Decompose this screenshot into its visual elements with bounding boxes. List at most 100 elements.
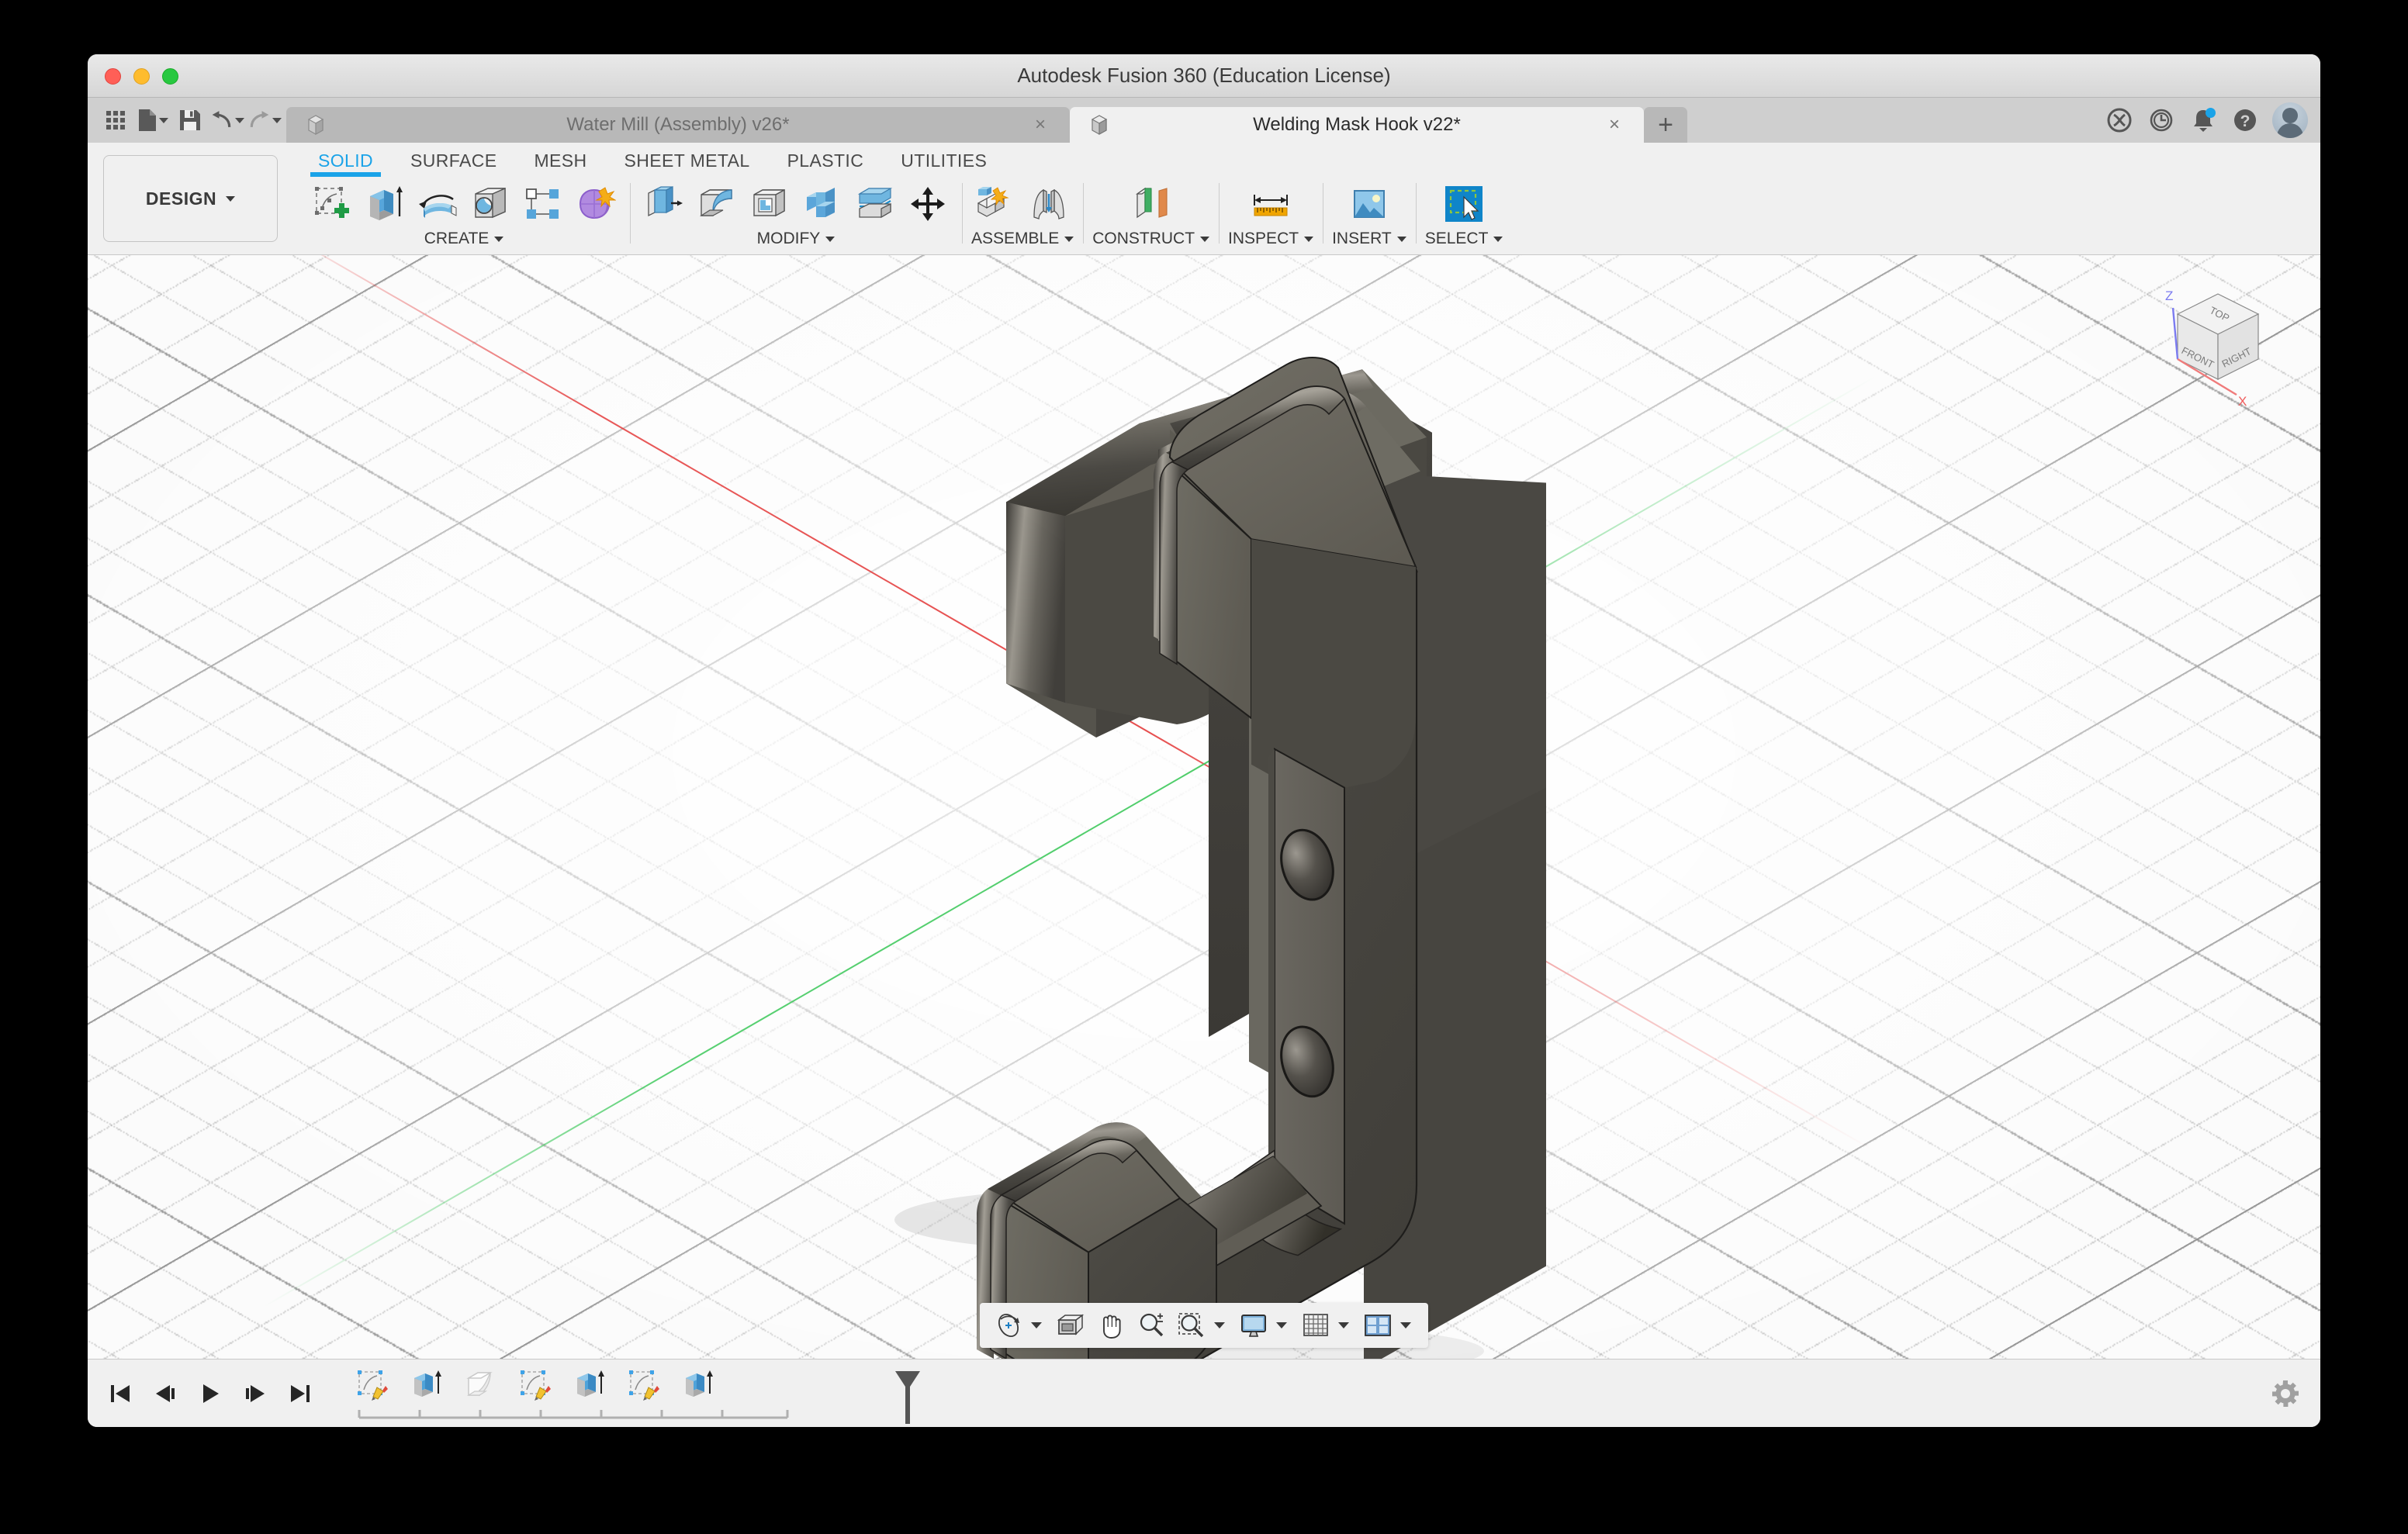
close-icon[interactable]: × [1605, 114, 1624, 136]
ribbon-tab-solid[interactable]: SOLID [299, 150, 392, 177]
timeline-feature-extrude[interactable] [406, 1365, 448, 1405]
ribbon-tab-mesh[interactable]: MESH [515, 150, 605, 177]
extrude-tool[interactable] [360, 180, 410, 228]
timeline-feature-sketch[interactable] [623, 1365, 665, 1405]
notifications-bell-icon[interactable] [2184, 101, 2223, 140]
timeline-go-to-end[interactable] [280, 1373, 320, 1415]
chevron-down-icon [235, 118, 244, 123]
look-at-button[interactable] [1051, 1307, 1090, 1344]
move-copy-tool[interactable] [903, 180, 953, 228]
show-data-panel-button[interactable] [99, 103, 133, 137]
account-avatar[interactable] [2272, 102, 2308, 138]
zoom-button[interactable] [162, 68, 178, 85]
ribbon-tab-sheet-metal[interactable]: SHEET METAL [606, 150, 769, 177]
timeline-step-forward[interactable] [235, 1373, 275, 1415]
zoom-button[interactable] [1132, 1307, 1171, 1344]
timeline-marker[interactable] [894, 1370, 921, 1425]
orbit-icon [994, 1311, 1023, 1339]
timeline-go-to-beginning[interactable] [100, 1373, 140, 1415]
pan-button[interactable] [1092, 1307, 1130, 1344]
job-status-clock-icon[interactable] [2142, 101, 2181, 140]
pattern-tool[interactable] [518, 180, 568, 228]
fillet-icon [697, 186, 736, 222]
construct-group-label[interactable]: CONSTRUCT [1092, 230, 1209, 254]
select-tool[interactable] [1439, 180, 1489, 228]
shell-box-icon [750, 186, 789, 222]
create-form-tool[interactable] [571, 180, 621, 228]
measure-tool[interactable] [1246, 180, 1296, 228]
chevron-down-icon[interactable] [1276, 1322, 1287, 1328]
offset-plane-tool[interactable] [1126, 180, 1176, 228]
new-document-tab-button[interactable]: + [1644, 107, 1687, 143]
extensions-icon[interactable] [2100, 101, 2139, 140]
press-pull-tool[interactable] [639, 180, 689, 228]
orbit-button[interactable] [989, 1307, 1028, 1344]
timeline-playback-controls [88, 1373, 320, 1415]
fillet-tool[interactable] [692, 180, 742, 228]
settings-gear-button[interactable] [2268, 1376, 2303, 1411]
look-at-icon [1056, 1312, 1085, 1339]
redo-arrow-icon [247, 109, 271, 131]
joint-tool[interactable] [1024, 180, 1074, 228]
view-cube[interactable]: TOP FRONT RIGHT Z X [2134, 269, 2289, 424]
ribbon-tab-plastic[interactable]: PLASTIC [769, 150, 883, 177]
close-icon[interactable]: × [1031, 114, 1050, 136]
ribbon-tab-surface[interactable]: SURFACE [392, 150, 515, 177]
modify-group-label[interactable]: MODIFY [639, 230, 953, 254]
fusion360-main-window: Autodesk Fusion 360 (Education License) [88, 54, 2320, 1427]
insert-group-label[interactable]: INSERT [1332, 230, 1406, 254]
3d-viewport[interactable]: TOP FRONT RIGHT Z X [88, 255, 2320, 1359]
top-right-controls: ? [2094, 98, 2320, 143]
rectangular-pattern-icon [524, 187, 562, 221]
chevron-down-icon[interactable] [1031, 1322, 1042, 1328]
ribbon-tab-utilities[interactable]: UTILITIES [882, 150, 1005, 177]
viewports-button[interactable] [1358, 1307, 1397, 1344]
revolve-tool[interactable] [413, 180, 462, 228]
inspect-group-label[interactable]: INSPECT [1228, 230, 1313, 254]
shell-tool[interactable] [745, 180, 794, 228]
chevron-down-icon[interactable] [1338, 1322, 1349, 1328]
combine-tool[interactable] [797, 180, 847, 228]
gear-icon [2270, 1378, 2301, 1409]
close-button[interactable] [105, 68, 121, 85]
undo-button[interactable] [210, 103, 244, 137]
document-tab-water-mill[interactable]: Water Mill (Assembly) v26* × [286, 107, 1070, 143]
extrude-icon [410, 1369, 444, 1401]
timeline-feature-sketch[interactable] [351, 1365, 393, 1405]
split-body-tool[interactable] [850, 180, 900, 228]
help-icon[interactable]: ? [2226, 101, 2264, 140]
timeline-feature-extrude[interactable] [569, 1365, 611, 1405]
create-group-label[interactable]: CREATE [307, 230, 621, 254]
timeline-feature-fillet[interactable] [460, 1365, 502, 1405]
timeline-play[interactable] [190, 1373, 230, 1415]
document-tab-welding-mask-hook[interactable]: Welding Mask Hook v22* × [1070, 107, 1644, 143]
display-settings-button[interactable] [1234, 1307, 1273, 1344]
timeline-feature-extrude[interactable] [677, 1365, 719, 1405]
chevron-down-icon[interactable] [1214, 1322, 1225, 1328]
grid-icon [1302, 1312, 1330, 1339]
modify-group: MODIFY [630, 177, 962, 254]
redo-button[interactable] [247, 103, 282, 137]
chevron-down-icon[interactable] [1400, 1322, 1411, 1328]
save-button[interactable] [173, 103, 207, 137]
grid-snaps-button[interactable] [1296, 1307, 1335, 1344]
fit-button[interactable] [1172, 1307, 1211, 1344]
assemble-group-label[interactable]: ASSEMBLE [971, 230, 1074, 254]
minimize-button[interactable] [133, 68, 150, 85]
hole-tool[interactable] [465, 180, 515, 228]
timeline-feature-sketch[interactable] [514, 1365, 556, 1405]
create-sketch-tool[interactable] [307, 180, 357, 228]
insert-canvas-tool[interactable] [1344, 180, 1394, 228]
workspace-selector-button[interactable]: DESIGN [103, 155, 278, 242]
new-component-tool[interactable] [971, 180, 1021, 228]
chevron-down-icon [494, 237, 503, 242]
select-group-label[interactable]: SELECT [1425, 230, 1503, 254]
file-menu-button[interactable] [136, 103, 170, 137]
welding-mask-hook-render[interactable] [88, 255, 2320, 1359]
joint-icon [1029, 186, 1068, 222]
assemble-group: ASSEMBLE [962, 177, 1083, 254]
sketch-plus-icon [313, 186, 351, 222]
timeline-step-back[interactable] [145, 1373, 185, 1415]
ribbon: DESIGN SOLID SURFACE MESH SHEET METAL PL… [88, 143, 2320, 255]
svg-text:?: ? [2240, 112, 2251, 130]
